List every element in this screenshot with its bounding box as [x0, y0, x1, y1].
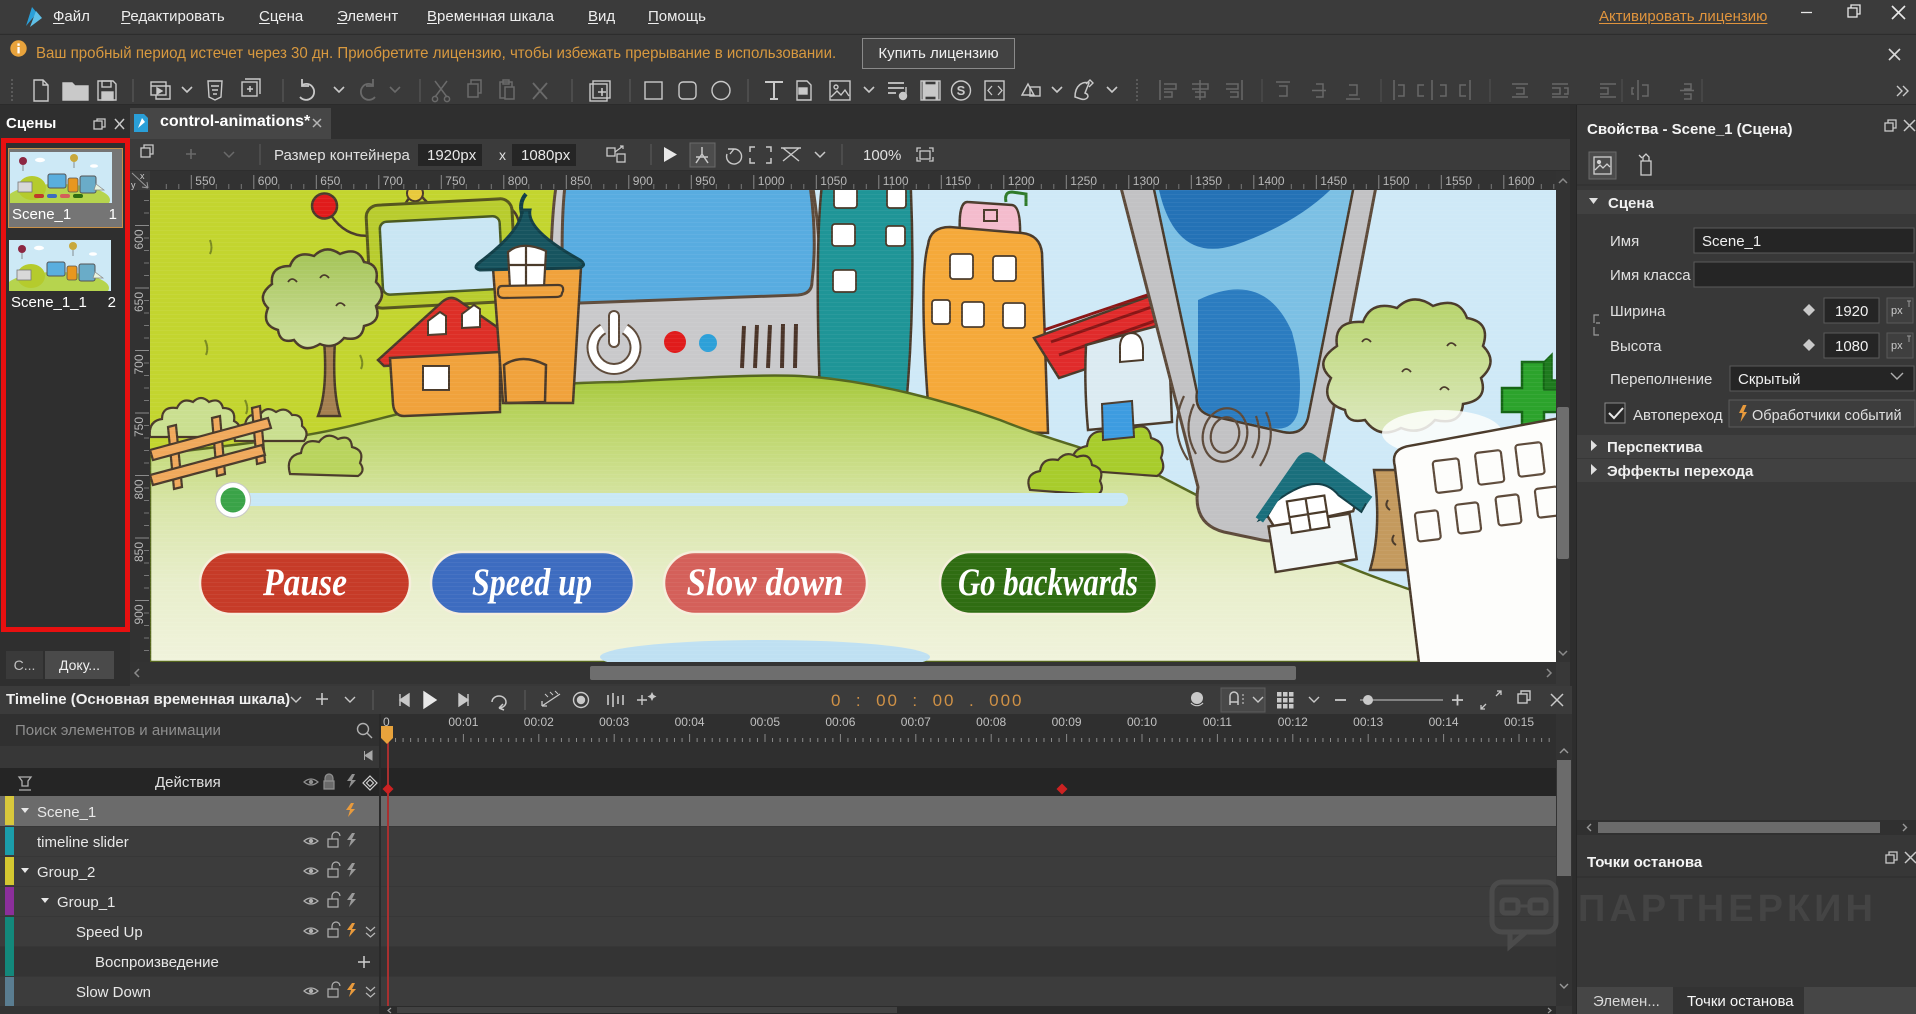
- svg-text:1920: 1920: [1835, 303, 1868, 320]
- svg-text:Slow Down: Slow Down: [76, 984, 151, 1001]
- svg-text:Имя: Имя: [1610, 233, 1639, 250]
- svg-text:Высота: Высота: [1610, 338, 1662, 355]
- svg-text:00:13: 00:13: [1353, 715, 1383, 729]
- svg-text:1500: 1500: [1383, 174, 1410, 188]
- svg-text:00:10: 00:10: [1127, 715, 1157, 729]
- svg-text:1150: 1150: [945, 174, 971, 188]
- svg-text:1050: 1050: [820, 174, 847, 188]
- svg-text:00:05: 00:05: [750, 715, 780, 729]
- svg-text:00:08: 00:08: [976, 715, 1006, 729]
- svg-text:850: 850: [132, 542, 146, 562]
- svg-text:1450: 1450: [1320, 174, 1347, 188]
- svg-text:S: S: [957, 83, 966, 98]
- svg-text:Эффекты перехода: Эффекты перехода: [1607, 463, 1754, 480]
- svg-text:Точки останова: Точки останова: [1587, 854, 1703, 871]
- svg-text:1920px: 1920px: [427, 147, 477, 164]
- svg-text:950: 950: [695, 174, 715, 188]
- svg-text:Воспроизведение: Воспроизведение: [95, 954, 219, 971]
- svg-text:650: 650: [132, 292, 146, 312]
- svg-text:Перспектива: Перспектива: [1607, 439, 1703, 456]
- svg-text:00:09: 00:09: [1052, 715, 1082, 729]
- svg-text:1550: 1550: [1445, 174, 1472, 188]
- svg-text:Сцена: Сцена: [1608, 195, 1654, 212]
- svg-text:1250: 1250: [1070, 174, 1097, 188]
- svg-text:px: px: [1891, 305, 1903, 317]
- svg-text:00:12: 00:12: [1278, 715, 1308, 729]
- svg-text:00:01: 00:01: [448, 715, 478, 729]
- svg-text:900: 900: [132, 604, 146, 624]
- svg-text:00:02: 00:02: [524, 715, 554, 729]
- svg-text:1350: 1350: [1195, 174, 1222, 188]
- svg-text:Group_1: Group_1: [57, 894, 115, 911]
- svg-text:Scene_1: Scene_1: [1702, 233, 1761, 250]
- svg-text:800: 800: [132, 479, 146, 499]
- svg-text:750: 750: [132, 417, 146, 437]
- svg-text:1080px: 1080px: [521, 147, 571, 164]
- svg-text:700: 700: [132, 354, 146, 374]
- svg-text:00:04: 00:04: [675, 715, 705, 729]
- svg-text:00:06: 00:06: [825, 715, 855, 729]
- svg-text:00:11: 00:11: [1203, 715, 1232, 729]
- svg-text:0 : 00 : 00 . 000: 0 : 00 : 00 . 000: [831, 691, 1023, 710]
- svg-text:Точки останова: Точки останова: [1687, 993, 1794, 1010]
- svg-text:Group_2: Group_2: [37, 864, 95, 881]
- svg-text:Timeline (Основная временная ш: Timeline (Основная временная шкала): [6, 691, 290, 708]
- svg-text:550: 550: [195, 174, 215, 188]
- svg-text:600: 600: [258, 174, 278, 188]
- svg-text:Размер контейнера: Размер контейнера: [274, 147, 410, 164]
- svg-text:Ширина: Ширина: [1610, 303, 1666, 320]
- svg-text:850: 850: [570, 174, 590, 188]
- svg-text:Действия: Действия: [155, 774, 221, 791]
- svg-text:Имя класса: Имя класса: [1610, 267, 1691, 284]
- svg-text:Speed Up: Speed Up: [76, 924, 143, 941]
- svg-text:Автопереход: Автопереход: [1633, 407, 1723, 424]
- svg-text:Поиск элементов и анимации: Поиск элементов и анимации: [15, 722, 221, 739]
- svg-text:700: 700: [383, 174, 403, 188]
- svg-text:600: 600: [132, 229, 146, 249]
- svg-text:750: 750: [445, 174, 465, 188]
- svg-text:px: px: [1891, 340, 1903, 352]
- svg-text:00:15: 00:15: [1504, 715, 1534, 729]
- svg-text:x: x: [499, 147, 506, 163]
- svg-text:x: x: [140, 171, 145, 181]
- svg-text:Свойства - Scene_1 (Сцена): Свойства - Scene_1 (Сцена): [1587, 121, 1792, 138]
- svg-text:Переполнение: Переполнение: [1610, 371, 1712, 388]
- svg-text:800: 800: [508, 174, 528, 188]
- svg-text:Скрытый: Скрытый: [1738, 371, 1801, 388]
- svg-text:1100: 1100: [883, 174, 909, 188]
- svg-text:Элемен...: Элемен...: [1593, 993, 1660, 1010]
- svg-text:900: 900: [633, 174, 653, 188]
- svg-text:650: 650: [320, 174, 340, 188]
- svg-text:00:03: 00:03: [599, 715, 629, 729]
- svg-text:1080: 1080: [1835, 338, 1868, 355]
- svg-text:100%: 100%: [863, 147, 901, 164]
- svg-text:Scene_1: Scene_1: [37, 804, 96, 821]
- svg-text:00:14: 00:14: [1429, 715, 1459, 729]
- svg-text:timeline slider: timeline slider: [37, 834, 129, 851]
- svg-text:y: y: [131, 180, 136, 190]
- svg-text:00:07: 00:07: [901, 715, 931, 729]
- svg-text:1300: 1300: [1133, 174, 1160, 188]
- svg-text:1200: 1200: [1008, 174, 1035, 188]
- svg-text:1400: 1400: [1258, 174, 1285, 188]
- svg-text:Обработчики событий: Обработчики событий: [1752, 408, 1902, 424]
- svg-text:1600: 1600: [1508, 174, 1535, 188]
- svg-text:1000: 1000: [758, 174, 785, 188]
